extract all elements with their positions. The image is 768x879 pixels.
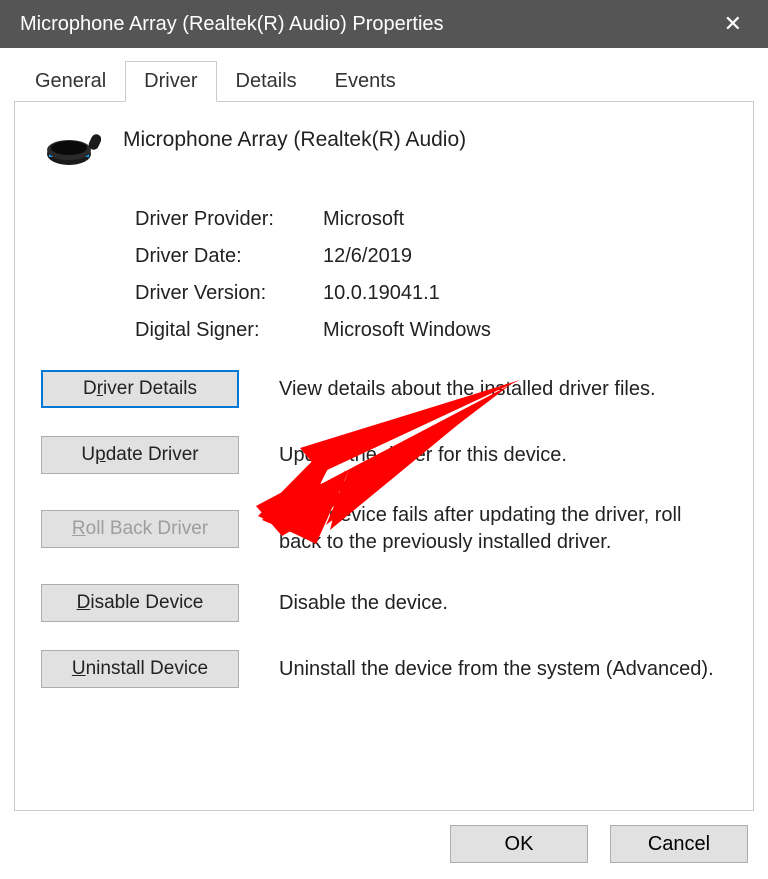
- tab-driver[interactable]: Driver: [125, 61, 216, 102]
- version-label: Driver Version:: [135, 282, 323, 305]
- properties-window: Microphone Array (Realtek(R) Audio) Prop…: [0, 0, 768, 879]
- uninstall-device-button[interactable]: Uninstall Device: [41, 650, 239, 688]
- cancel-button[interactable]: Cancel: [610, 825, 748, 863]
- provider-label: Driver Provider:: [135, 208, 323, 231]
- disable-device-desc: Disable the device.: [279, 590, 727, 617]
- update-driver-button[interactable]: Update Driver: [41, 436, 239, 474]
- titlebar: Microphone Array (Realtek(R) Audio) Prop…: [0, 0, 768, 48]
- device-header: Microphone Array (Realtek(R) Audio): [41, 124, 727, 172]
- driver-details-button[interactable]: Driver Details: [41, 370, 239, 408]
- ok-button[interactable]: OK: [450, 825, 588, 863]
- close-icon[interactable]: ✕: [718, 11, 748, 37]
- device-name: Microphone Array (Realtek(R) Audio): [123, 128, 466, 152]
- disable-device-button[interactable]: Disable Device: [41, 584, 239, 622]
- uninstall-device-desc: Uninstall the device from the system (Ad…: [279, 656, 727, 683]
- tab-events[interactable]: Events: [316, 61, 415, 102]
- date-label: Driver Date:: [135, 245, 323, 268]
- date-value: 12/6/2019: [323, 245, 412, 268]
- window-title: Microphone Array (Realtek(R) Audio) Prop…: [20, 13, 444, 36]
- driver-details-desc: View details about the installed driver …: [279, 376, 727, 403]
- signer-label: Digital Signer:: [135, 319, 323, 342]
- tab-body: Microphone Array (Realtek(R) Audio) Driv…: [14, 101, 754, 811]
- tab-strip: General Driver Details Events: [0, 48, 768, 101]
- tab-general[interactable]: General: [16, 61, 125, 102]
- driver-info: Driver Provider: Microsoft Driver Date: …: [135, 208, 727, 342]
- tab-details[interactable]: Details: [217, 61, 316, 102]
- action-list: Driver Details View details about the in…: [41, 370, 727, 688]
- rollback-driver-desc: If the device fails after updating the d…: [279, 502, 727, 556]
- provider-value: Microsoft: [323, 208, 404, 231]
- version-value: 10.0.19041.1: [323, 282, 440, 305]
- signer-value: Microsoft Windows: [323, 319, 491, 342]
- microphone-device-icon: [45, 126, 101, 172]
- dialog-footer: OK Cancel: [0, 811, 768, 879]
- update-driver-desc: Update the driver for this device.: [279, 442, 727, 469]
- rollback-driver-button[interactable]: Roll Back Driver: [41, 510, 239, 548]
